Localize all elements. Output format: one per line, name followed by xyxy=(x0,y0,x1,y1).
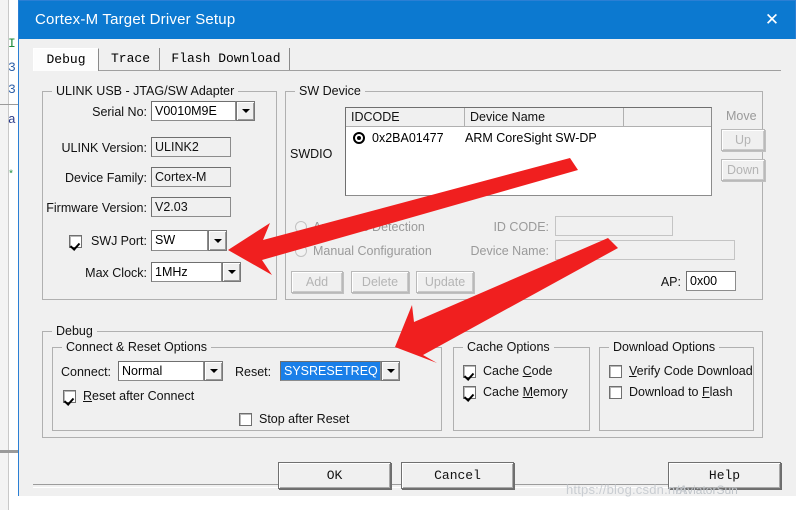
ok-button[interactable]: OK xyxy=(278,462,391,489)
tab-flash-download[interactable]: Flash Download xyxy=(163,48,290,70)
background-editor: I 3 3 a * xyxy=(0,0,18,510)
download-to-flash-label: Download to Flash xyxy=(629,385,733,399)
editor-divider xyxy=(0,104,18,105)
firmware-version-value: V2.03 xyxy=(151,197,231,217)
reset-after-connect-checkbox[interactable] xyxy=(63,390,76,403)
max-clock-combo[interactable]: 1MHz xyxy=(151,262,241,282)
connect-reset-options-label: Connect & Reset Options xyxy=(62,340,212,354)
ulink-adapter-group-label: ULINK USB - JTAG/SW Adapter xyxy=(52,84,239,98)
device-family-label: Device Family: xyxy=(65,171,147,185)
cache-options-label: Cache Options xyxy=(463,340,554,354)
stop-after-reset-label: Stop after Reset xyxy=(259,412,350,426)
connect-combo[interactable]: Normal xyxy=(118,361,223,381)
editor-line: 3 xyxy=(8,82,16,97)
watermark-text: https://blog.csdn.net xyxy=(566,482,687,497)
port-label: Port: xyxy=(120,234,147,248)
chevron-down-icon[interactable] xyxy=(222,262,241,282)
tab-strip: Debug Trace Flash Download xyxy=(33,48,781,71)
firmware-version-label: Firmware Version: xyxy=(46,201,147,215)
cache-memory-checkbox[interactable] xyxy=(463,386,476,399)
ulink-version-value: ULINK2 xyxy=(151,137,231,157)
port-value: SW xyxy=(151,230,208,251)
serial-no-value: V0010M9E xyxy=(151,101,236,121)
cache-memory-label: Cache Memory xyxy=(483,385,568,399)
dialog-window: Cortex-M Target Driver Setup ✕ Debug Tra… xyxy=(18,0,796,496)
close-icon[interactable]: ✕ xyxy=(749,1,795,39)
column-header-extra[interactable] xyxy=(624,108,711,126)
ap-field[interactable]: 0x00 xyxy=(686,271,736,291)
manual-configuration-radio[interactable] xyxy=(295,245,307,257)
chevron-down-icon[interactable] xyxy=(204,361,223,381)
reset-value: SYSRESETREQ xyxy=(280,361,381,381)
serial-no-label: Serial No: xyxy=(92,105,147,119)
chevron-down-icon[interactable] xyxy=(381,361,400,381)
swj-checkbox[interactable] xyxy=(69,235,82,248)
automatic-detection-label: Automatic Detection xyxy=(313,220,425,234)
max-clock-value: 1MHz xyxy=(151,262,222,282)
editor-line: * xyxy=(8,170,15,181)
ap-label: AP: xyxy=(660,275,681,289)
editor-line: I xyxy=(8,36,16,51)
dialog-client-area: Debug Trace Flash Download ULINK USB - J… xyxy=(19,39,796,496)
connect-value: Normal xyxy=(118,361,204,381)
cache-code-label: Cache Code xyxy=(483,364,553,378)
serial-no-combo[interactable]: V0010M9E xyxy=(151,101,255,121)
table-row[interactable]: 0x2BA01477 ARM CoreSight SW-DP xyxy=(346,128,711,148)
sw-device-group-label: SW Device xyxy=(295,84,365,98)
column-header-idcode[interactable]: IDCODE xyxy=(346,108,465,126)
tab-debug[interactable]: Debug xyxy=(33,48,99,71)
row-select-radio[interactable] xyxy=(353,132,365,144)
reset-combo[interactable]: SYSRESETREQ xyxy=(280,361,400,381)
cancel-button[interactable]: Cancel xyxy=(401,462,514,489)
device-name-label: Device Name: xyxy=(470,244,550,258)
debug-group-label: Debug xyxy=(52,324,97,338)
max-clock-label: Max Clock: xyxy=(85,266,147,280)
chevron-down-icon[interactable] xyxy=(208,230,227,251)
manual-configuration-label: Manual Configuration xyxy=(313,244,432,258)
update-button[interactable]: Update xyxy=(416,271,474,293)
sw-device-table[interactable]: IDCODE Device Name 0x2BA01477 ARM CoreSi… xyxy=(345,107,712,196)
connect-label: Connect: xyxy=(61,365,112,379)
move-down-button[interactable]: Down xyxy=(721,159,765,181)
port-combo[interactable]: SW xyxy=(151,230,227,251)
move-up-button[interactable]: Up xyxy=(721,129,765,151)
delete-button[interactable]: Delete xyxy=(351,271,409,293)
automatic-detection-radio[interactable] xyxy=(295,221,307,233)
reset-label: Reset: xyxy=(235,365,272,379)
tab-trace[interactable]: Trace xyxy=(102,48,160,70)
cache-code-checkbox[interactable] xyxy=(463,365,476,378)
cell-idcode: 0x2BA01477 xyxy=(372,131,444,145)
editor-gutter xyxy=(0,0,9,510)
editor-line: a xyxy=(8,112,16,127)
window-title: Cortex-M Target Driver Setup xyxy=(35,11,236,28)
tab-underline xyxy=(33,70,781,71)
screenshot-root: I 3 3 a * Cortex-M Target Driver Setup ✕… xyxy=(0,0,796,510)
watermark-text-secondary: /AviatorSun xyxy=(676,483,738,497)
verify-code-download-checkbox[interactable] xyxy=(609,365,622,378)
table-header: IDCODE Device Name xyxy=(346,108,711,127)
move-label: Move xyxy=(726,109,757,123)
title-bar: Cortex-M Target Driver Setup ✕ xyxy=(19,1,795,39)
cell-device-name: ARM CoreSight SW-DP xyxy=(465,131,597,145)
chevron-down-icon[interactable] xyxy=(236,101,255,121)
ulink-version-label: ULINK Version: xyxy=(61,141,147,155)
stop-after-reset-checkbox[interactable] xyxy=(239,413,252,426)
download-options-label: Download Options xyxy=(609,340,720,354)
id-code-field[interactable] xyxy=(555,216,673,236)
download-to-flash-checkbox[interactable] xyxy=(609,386,622,399)
device-name-field[interactable] xyxy=(555,240,735,260)
device-family-value: Cortex-M xyxy=(151,167,231,187)
column-header-device-name[interactable]: Device Name xyxy=(465,108,624,126)
verify-code-download-label: Verify Code Download xyxy=(629,364,753,378)
editor-scrollbar[interactable] xyxy=(0,450,18,453)
editor-line: 3 xyxy=(8,60,16,75)
add-button[interactable]: Add xyxy=(291,271,343,293)
id-code-label: ID CODE: xyxy=(493,220,549,234)
reset-after-connect-label: Reset after Connect xyxy=(83,389,195,403)
swdio-label: SWDIO xyxy=(290,147,333,161)
